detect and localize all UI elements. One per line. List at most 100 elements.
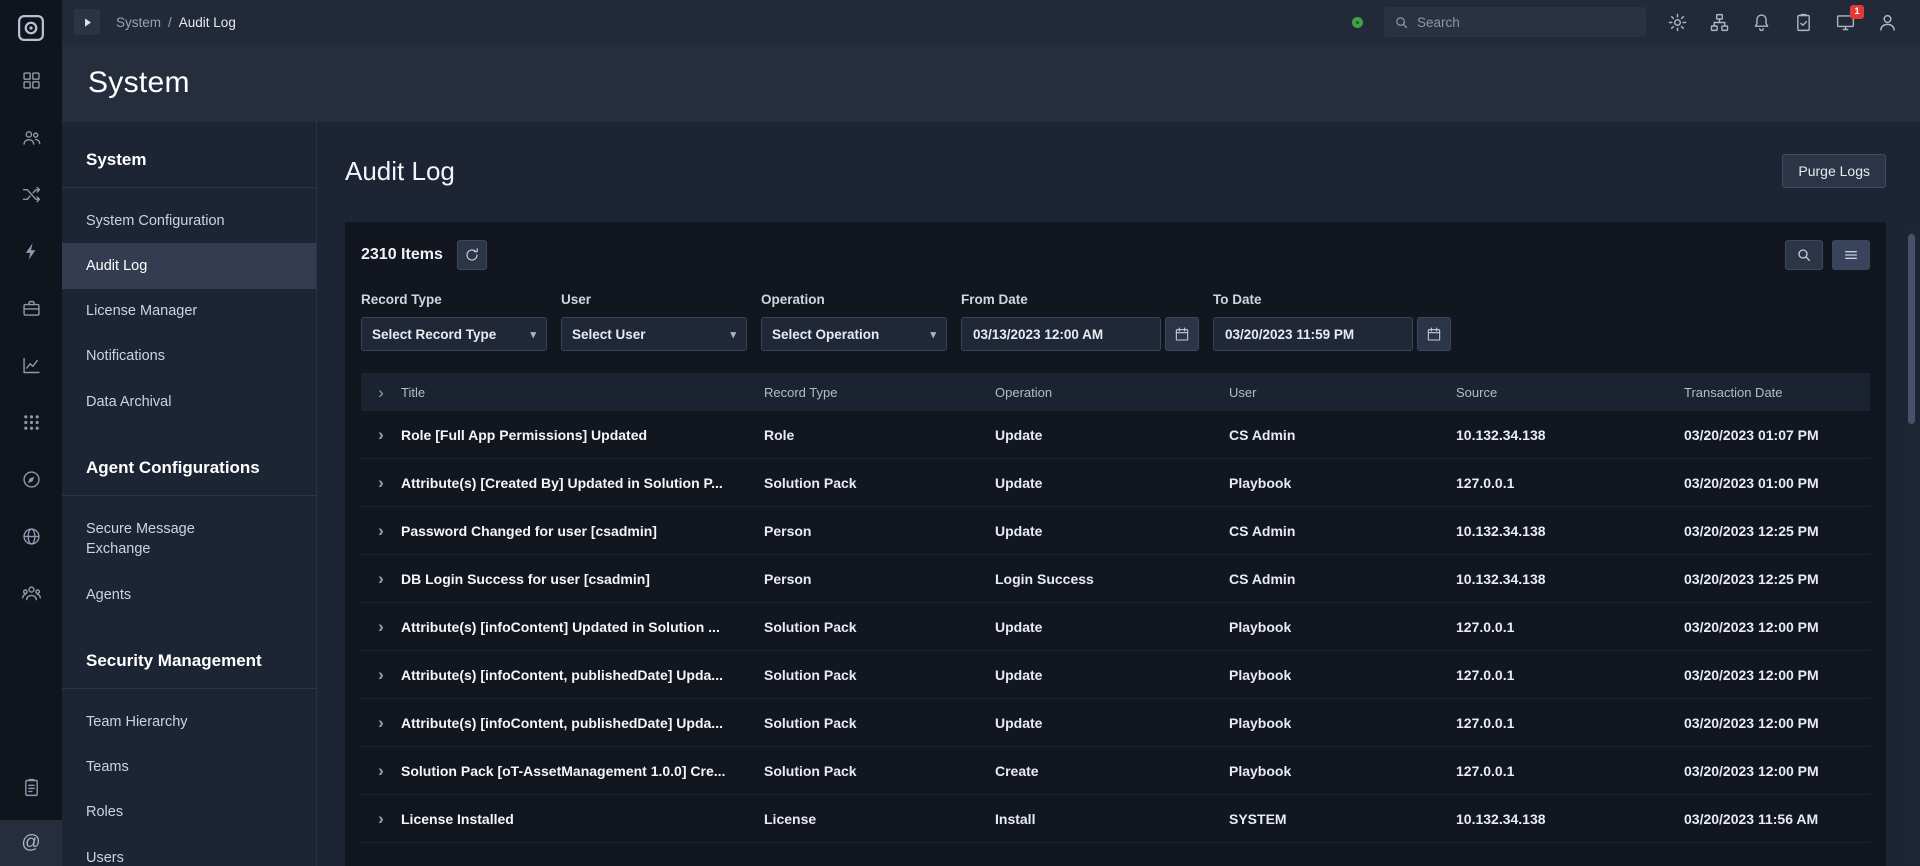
column-header-transaction-date[interactable]: Transaction Date <box>1684 385 1870 400</box>
row-expand-icon[interactable]: › <box>361 810 401 827</box>
cell-operation: Login Success <box>995 570 1094 587</box>
table-row[interactable]: › License Installed License Install SYSTEM 10… <box>361 795 1870 843</box>
record-type-select[interactable]: Select Record Type ▾ <box>361 317 547 351</box>
rail-users-button[interactable] <box>0 113 62 161</box>
table-options-button[interactable] <box>1832 240 1870 270</box>
rail-navigation-button[interactable] <box>0 455 62 503</box>
sitemap-button[interactable] <box>1709 12 1730 33</box>
row-expand-icon[interactable]: › <box>361 762 401 779</box>
cell-record-type: License <box>764 810 817 827</box>
from-date-calendar-button[interactable] <box>1165 317 1199 351</box>
sidebar-item-roles[interactable]: Roles <box>62 790 316 835</box>
column-header-operation[interactable]: Operation <box>995 385 1229 400</box>
table-row[interactable]: › DB Login Success for user [csadmin] Pers… <box>361 555 1870 603</box>
nav-expand-button[interactable] <box>74 9 100 35</box>
sidebar-item-agents[interactable]: Agents <box>62 572 316 617</box>
table-search-button[interactable] <box>1785 240 1823 270</box>
table-row[interactable]: › Solution Pack [oT-AssetManagement 1.0.0… <box>361 747 1870 795</box>
table-row[interactable]: › Password Changed for user [csadmin] Pers… <box>361 507 1870 555</box>
search-input[interactable] <box>1417 14 1636 30</box>
table-row[interactable]: › Attribute(s) [Created By] Updated in So… <box>361 459 1870 507</box>
sidebar-item-teams[interactable]: Teams <box>62 745 316 790</box>
rail-automation-button[interactable] <box>0 227 62 275</box>
app-window: @ System / Audit Log Search 1 System Sys… <box>0 0 1920 866</box>
notifications-button[interactable] <box>1751 12 1772 33</box>
app-logo[interactable] <box>0 0 62 56</box>
row-expand-icon[interactable]: › <box>361 666 401 683</box>
to-date-group: 03/20/2023 11:59 PM <box>1213 317 1451 351</box>
table-row[interactable]: › Attribute(s) [infoContent, publishedDat… <box>361 699 1870 747</box>
cell-record-type: Solution Pack <box>764 474 857 491</box>
row-expand-icon[interactable]: › <box>361 618 401 635</box>
rail-community-button[interactable] <box>0 569 62 617</box>
shuffle-icon <box>22 186 40 202</box>
rail-reports-button[interactable] <box>0 341 62 389</box>
expand-all-icon[interactable]: › <box>361 384 401 401</box>
column-header-user[interactable]: User <box>1229 385 1456 400</box>
user-profile-button[interactable] <box>1877 12 1898 33</box>
operation-select[interactable]: Select Operation ▾ <box>761 317 947 351</box>
select-value: Select Record Type <box>372 326 497 342</box>
global-search[interactable] <box>1384 7 1646 37</box>
calendar-icon <box>1427 327 1441 341</box>
rail-apps-button[interactable] <box>0 398 62 446</box>
filter-operation: Operation Select Operation ▾ <box>761 292 947 351</box>
rail-case-management-button[interactable] <box>0 284 62 332</box>
play-icon <box>84 17 91 27</box>
system-health-icon[interactable] <box>1352 16 1363 28</box>
sidebar-item-data-archival[interactable]: Data Archival <box>62 379 316 424</box>
rail-bottom-group: @ <box>0 763 62 866</box>
search-icon <box>1798 249 1810 261</box>
sidebar-item-notifications[interactable]: Notifications <box>62 334 316 379</box>
settings-button[interactable] <box>1667 12 1688 33</box>
column-header-title[interactable]: Title <box>401 385 764 400</box>
sidebar-item-license-manager[interactable]: License Manager <box>62 289 316 334</box>
cell-transaction-date: 03/20/2023 12:25 PM <box>1684 522 1819 539</box>
row-expand-icon[interactable]: › <box>361 714 401 731</box>
approvals-button[interactable] <box>1793 12 1814 33</box>
rail-mentions-button[interactable]: @ <box>0 820 62 866</box>
top-bar: System / Audit Log Search 1 <box>62 0 1920 44</box>
rail-threat-intel-button[interactable] <box>0 512 62 560</box>
breadcrumb-parent[interactable]: System <box>116 15 161 30</box>
column-header-source[interactable]: Source <box>1456 385 1684 400</box>
table-row[interactable]: › Role [Full App Permissions] Updated Role… <box>361 411 1870 459</box>
refresh-button[interactable] <box>456 240 487 270</box>
war-room-button[interactable]: 1 <box>1835 4 1864 33</box>
cell-user: CS Admin <box>1229 522 1296 539</box>
sidebar-section-title-system: System <box>62 150 316 188</box>
row-expand-icon[interactable]: › <box>361 474 401 491</box>
sidebar-item-users[interactable]: Users <box>62 835 316 866</box>
rail-tasks-button[interactable] <box>0 763 62 811</box>
to-date-calendar-button[interactable] <box>1417 317 1451 351</box>
scrollbar-thumb[interactable] <box>1908 234 1915 424</box>
cell-title: Attribute(s) [infoContent, publishedDate… <box>401 666 723 683</box>
rail-dashboard-button[interactable] <box>0 56 62 104</box>
sidebar-item-audit-log[interactable]: Audit Log <box>62 243 316 289</box>
sidebar-item-system-configuration[interactable]: System Configuration <box>62 198 316 243</box>
from-date-input[interactable]: 03/13/2023 12:00 AM <box>961 317 1161 351</box>
to-date-input[interactable]: 03/20/2023 11:59 PM <box>1213 317 1413 351</box>
filter-label-from-date: From Date <box>961 292 1028 307</box>
filter-label-to-date: To Date <box>1213 292 1262 307</box>
cell-user: Playbook <box>1229 762 1292 779</box>
cell-title: Attribute(s) [infoContent, publishedDate… <box>401 714 723 731</box>
cell-record-type: Solution Pack <box>764 666 857 683</box>
rail-connectors-button[interactable] <box>0 170 62 218</box>
row-expand-icon[interactable]: › <box>361 522 401 539</box>
from-date-group: 03/13/2023 12:00 AM <box>961 317 1199 351</box>
table-row[interactable]: › Attribute(s) [infoContent] Updated in S… <box>361 603 1870 651</box>
table-row[interactable]: › Attribute(s) [infoContent, publishedDat… <box>361 651 1870 699</box>
column-header-record-type[interactable]: Record Type <box>764 385 995 400</box>
sidebar-item-secure-message-exchange[interactable]: Secure Message Exchange <box>62 506 316 572</box>
breadcrumb-separator: / <box>168 14 172 30</box>
user-select[interactable]: Select User ▾ <box>561 317 747 351</box>
sidebar-item-team-hierarchy[interactable]: Team Hierarchy <box>62 699 316 744</box>
cell-source: 127.0.0.1 <box>1456 762 1515 779</box>
cell-operation: Install <box>995 810 1036 827</box>
cell-source: 10.132.34.138 <box>1456 810 1546 827</box>
scrollbar[interactable] <box>1907 226 1916 863</box>
row-expand-icon[interactable]: › <box>361 570 401 587</box>
row-expand-icon[interactable]: › <box>361 426 401 443</box>
purge-logs-button[interactable]: Purge Logs <box>1782 154 1886 188</box>
